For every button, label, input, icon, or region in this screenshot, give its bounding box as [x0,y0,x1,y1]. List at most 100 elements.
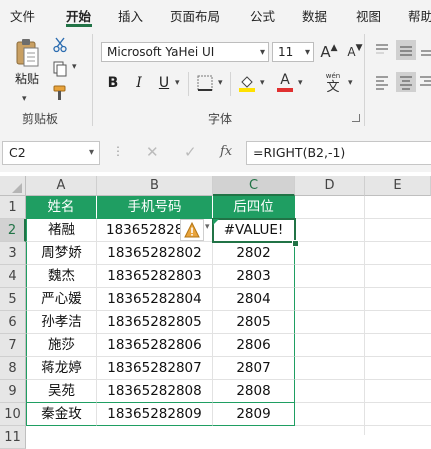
tab-insert[interactable]: 插入 [118,6,143,25]
cell-last-four[interactable]: 2808 [213,380,295,403]
align-center-button[interactable] [396,72,416,92]
row-header-3[interactable]: 3 [0,242,26,265]
row-header-1[interactable]: 1 [0,196,26,219]
header-cell-last-four[interactable]: 后四位 [213,196,295,219]
row-header-10[interactable]: 10 [0,403,26,426]
align-middle-button[interactable] [396,40,416,60]
column-header-b[interactable]: B [97,176,213,196]
copy-dropdown-icon[interactable]: ▾ [72,62,77,72]
row-header-5[interactable]: 5 [0,288,26,311]
column-header-c[interactable]: C [213,176,295,196]
column-header-e[interactable]: E [365,176,431,196]
fill-color-button[interactable] [236,72,258,94]
paste-button[interactable]: 粘贴 [8,34,46,90]
borders-dropdown-icon[interactable]: ▾ [218,78,223,88]
cut-button[interactable] [50,36,70,54]
cell-name[interactable]: 孙孝洁 [26,311,97,334]
cell-name[interactable]: 褚融 [26,219,97,242]
row-header-6[interactable]: 6 [0,311,26,334]
cell-phone[interactable]: 18365282802 [97,242,213,265]
row-header-4[interactable]: 4 [0,265,26,288]
row-header-11[interactable]: 11 [0,426,26,449]
column-header-d[interactable]: D [295,176,365,196]
fill-color-dropdown-icon[interactable]: ▾ [260,78,265,88]
bold-button[interactable]: B [104,74,122,92]
format-painter-button[interactable] [50,84,70,102]
align-bottom-button[interactable] [420,40,431,60]
cell-phone[interactable]: 18365282804 [97,288,213,311]
header-cell-phone[interactable]: 手机号码 [97,196,213,219]
cell-name[interactable]: 吴苑 [26,380,97,403]
cell-phone[interactable]: 18365282807 [97,357,213,380]
cell-phone[interactable]: 18365282803 [97,265,213,288]
cell-name[interactable]: 秦金玫 [26,403,97,426]
align-right-button[interactable] [420,72,431,92]
font-settings-launcher-icon[interactable] [352,114,360,122]
align-left-button[interactable] [372,72,392,92]
formula-input[interactable]: =RIGHT(B2,-1) [246,141,431,165]
column-header-a[interactable]: A [26,176,97,196]
font-color-icon: A [280,72,290,88]
cell-name[interactable]: 严心媛 [26,288,97,311]
tab-page-layout[interactable]: 页面布局 [170,6,220,25]
row-header-7[interactable]: 7 [0,334,26,357]
insert-function-button[interactable]: fx [220,144,232,159]
row-header-9[interactable]: 9 [0,380,26,403]
name-box[interactable]: C2 ▾ [2,141,100,165]
empty-cells-area[interactable] [295,196,431,435]
font-color-button[interactable]: A [274,70,296,94]
font-color-dropdown-icon[interactable]: ▾ [298,78,303,88]
cell-phone[interactable]: 18365282806 [97,334,213,357]
row-header-8[interactable]: 8 [0,357,26,380]
font-size-value: 11 [278,45,294,59]
cell-last-four[interactable]: 2807 [213,357,295,380]
tab-data[interactable]: 数据 [302,6,327,25]
underline-button[interactable]: U [155,74,173,92]
formula-bar-drag-handle[interactable]: ⋮ [112,144,124,158]
copy-button[interactable] [50,60,70,78]
cell-phone[interactable]: 18365282808 [97,380,213,403]
cancel-formula-icon[interactable]: ✕ [146,143,159,161]
font-name-dropdown[interactable]: Microsoft YaHei UI ▾ [101,42,269,62]
cell-last-four[interactable]: 2802 [213,242,295,265]
row-header-2[interactable]: 2 [0,219,26,242]
fill-handle[interactable] [292,240,299,247]
cell-last-four[interactable]: 2803 [213,265,295,288]
underline-dropdown-icon[interactable]: ▾ [175,78,180,88]
italic-button[interactable]: I [130,74,148,92]
select-all-button[interactable] [0,176,26,196]
cell-name[interactable]: 蒋龙婷 [26,357,97,380]
cell-last-four[interactable]: 2804 [213,288,295,311]
align-top-icon [376,44,388,54]
cell-last-four[interactable]: 2809 [213,403,295,426]
font-size-dropdown[interactable]: 11 ▾ [272,42,314,62]
tab-formulas[interactable]: 公式 [250,6,275,25]
tab-home[interactable]: 开始 [66,6,91,25]
cell-phone[interactable]: 18365282809 [97,403,213,426]
confirm-formula-icon[interactable]: ✓ [184,143,197,161]
cell-phone[interactable]: 18365282805 [97,311,213,334]
borders-button[interactable] [194,72,216,94]
header-cell-name[interactable]: 姓名 [26,196,97,219]
cell-name[interactable]: 施莎 [26,334,97,357]
increase-font-button[interactable]: A ▲ [318,42,340,62]
decrease-font-button[interactable]: A ▼ [344,42,366,62]
align-top-button[interactable] [372,40,392,60]
phonetic-guide-button[interactable]: wén 文 [320,70,346,96]
cell-last-four[interactable]: #VALUE! [213,219,295,242]
align-middle-icon [400,46,412,56]
error-options-button[interactable] [180,219,204,241]
active-tab-indicator [66,24,92,27]
tab-view[interactable]: 视图 [356,6,381,25]
paste-dropdown-icon[interactable]: ▾ [22,94,27,104]
phonetic-guide-pinyin: wén [325,71,341,80]
phonetic-dropdown-icon[interactable]: ▾ [348,78,353,88]
error-options-dropdown-icon[interactable]: ▾ [205,222,210,232]
tab-file[interactable]: 文件 [10,6,35,25]
cell-last-four[interactable]: 2806 [213,334,295,357]
cell-last-four[interactable]: 2805 [213,311,295,334]
align-center-icon [400,76,412,90]
tab-help[interactable]: 帮助 [408,6,431,25]
cell-name[interactable]: 周梦娇 [26,242,97,265]
cell-name[interactable]: 魏杰 [26,265,97,288]
